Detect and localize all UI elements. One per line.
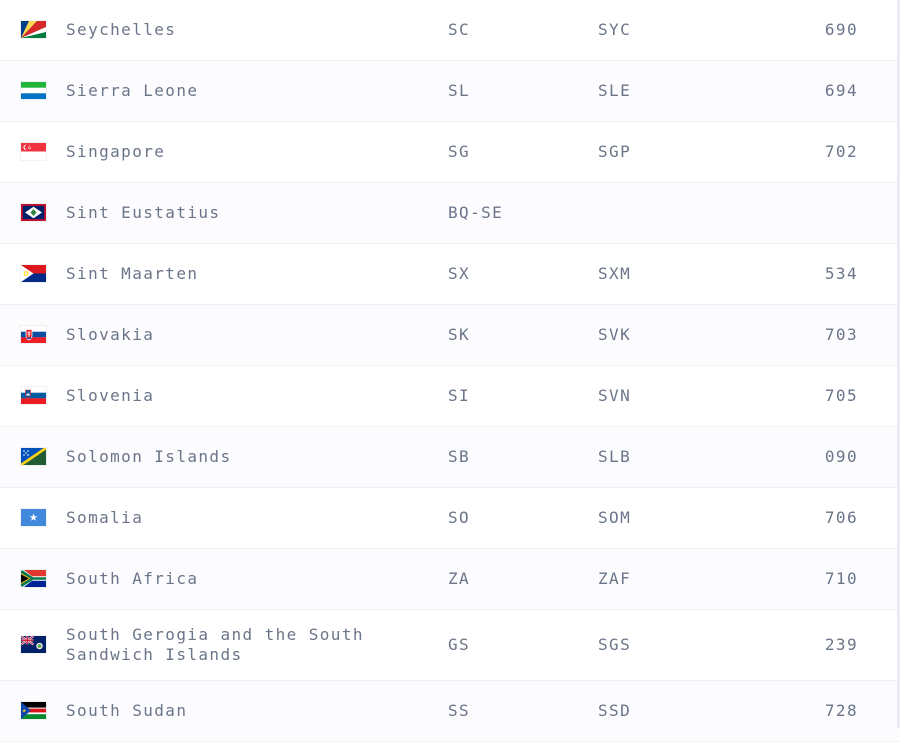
alpha3-code: ZAF	[598, 569, 632, 588]
country-name: Somalia	[66, 508, 144, 527]
alpha2-code: BQ-SE	[448, 203, 504, 222]
table-row[interactable]: Slovenia SI SVN 705	[0, 366, 900, 427]
alpha3-code: SGS	[598, 635, 632, 654]
table-row[interactable]: Seychelles SC SYC 690	[0, 0, 900, 61]
alpha3-code: SLB	[598, 447, 632, 466]
slovakia-flag-icon	[21, 326, 46, 343]
numeric-code: 534	[824, 264, 858, 283]
table-row[interactable]: South Sudan SS SSD 728	[0, 681, 900, 742]
alpha2-code: SC	[448, 20, 471, 39]
table-row[interactable]: Solomon Islands SB SLB 090	[0, 427, 900, 488]
alpha2-code: SO	[448, 508, 471, 527]
sint-maarten-flag-icon	[21, 265, 46, 282]
numeric-code: 706	[824, 508, 858, 527]
sierra-leone-flag-icon	[21, 82, 46, 99]
alpha2-code: ZA	[448, 569, 471, 588]
numeric-code: 690	[824, 20, 858, 39]
alpha3-code: SLE	[598, 81, 632, 100]
alpha3-code: SVN	[598, 386, 632, 405]
alpha2-code: SI	[448, 386, 471, 405]
table-row[interactable]: Sierra Leone SL SLE 694	[0, 61, 900, 122]
country-name: Sint Maarten	[66, 264, 199, 283]
country-name: South Sudan	[66, 701, 188, 720]
alpha2-code: SL	[448, 81, 471, 100]
south-georgia-flag-icon	[21, 636, 46, 653]
country-table: Seychelles SC SYC 690 Sierra Leone SL SL…	[0, 0, 900, 742]
seychelles-flag-icon	[21, 21, 46, 38]
slovenia-flag-icon	[21, 387, 46, 404]
table-row[interactable]: Somalia SO SOM 706	[0, 488, 900, 549]
table-row[interactable]: Sint Maarten SX SXM 534	[0, 244, 900, 305]
country-name: Solomon Islands	[66, 447, 232, 466]
alpha3-code: SXM	[598, 264, 632, 283]
alpha2-code: SB	[448, 447, 471, 466]
country-name: Seychelles	[66, 20, 177, 39]
numeric-code: 239	[824, 635, 858, 654]
country-name: Slovenia	[66, 386, 155, 405]
alpha2-code: SK	[448, 325, 471, 344]
table-row[interactable]: Sint Eustatius BQ-SE	[0, 183, 900, 244]
alpha3-code: SGP	[598, 142, 632, 161]
country-name: South Gerogia and the South Sandwich Isl…	[66, 625, 364, 664]
sint-eustatius-flag-icon	[21, 204, 46, 221]
alpha2-code: SG	[448, 142, 471, 161]
table-row[interactable]: Slovakia SK SVK 703	[0, 305, 900, 366]
numeric-code: 728	[824, 701, 858, 720]
country-name: South Africa	[66, 569, 199, 588]
numeric-code: 703	[824, 325, 858, 344]
table-row[interactable]: Singapore SG SGP 702	[0, 122, 900, 183]
alpha3-code: SVK	[598, 325, 632, 344]
alpha3-code: SSD	[598, 701, 632, 720]
country-name: Sierra Leone	[66, 81, 199, 100]
numeric-code: 090	[824, 447, 858, 466]
south-sudan-flag-icon	[21, 702, 46, 719]
solomon-islands-flag-icon	[21, 448, 46, 465]
table-row[interactable]: South Africa ZA ZAF 710	[0, 549, 900, 610]
south-africa-flag-icon	[21, 570, 46, 587]
numeric-code: 694	[824, 81, 858, 100]
table-row[interactable]: South Gerogia and the South Sandwich Isl…	[0, 610, 900, 681]
numeric-code: 702	[824, 142, 858, 161]
singapore-flag-icon	[21, 143, 46, 160]
alpha2-code: SX	[448, 264, 471, 283]
alpha2-code: GS	[448, 635, 471, 654]
country-name: Slovakia	[66, 325, 155, 344]
numeric-code: 710	[824, 569, 858, 588]
numeric-code: 705	[824, 386, 858, 405]
alpha3-code: SYC	[598, 20, 632, 39]
alpha2-code: SS	[448, 701, 471, 720]
somalia-flag-icon	[21, 509, 46, 526]
country-name: Singapore	[66, 142, 166, 161]
alpha3-code: SOM	[598, 508, 632, 527]
country-name: Sint Eustatius	[66, 203, 221, 222]
